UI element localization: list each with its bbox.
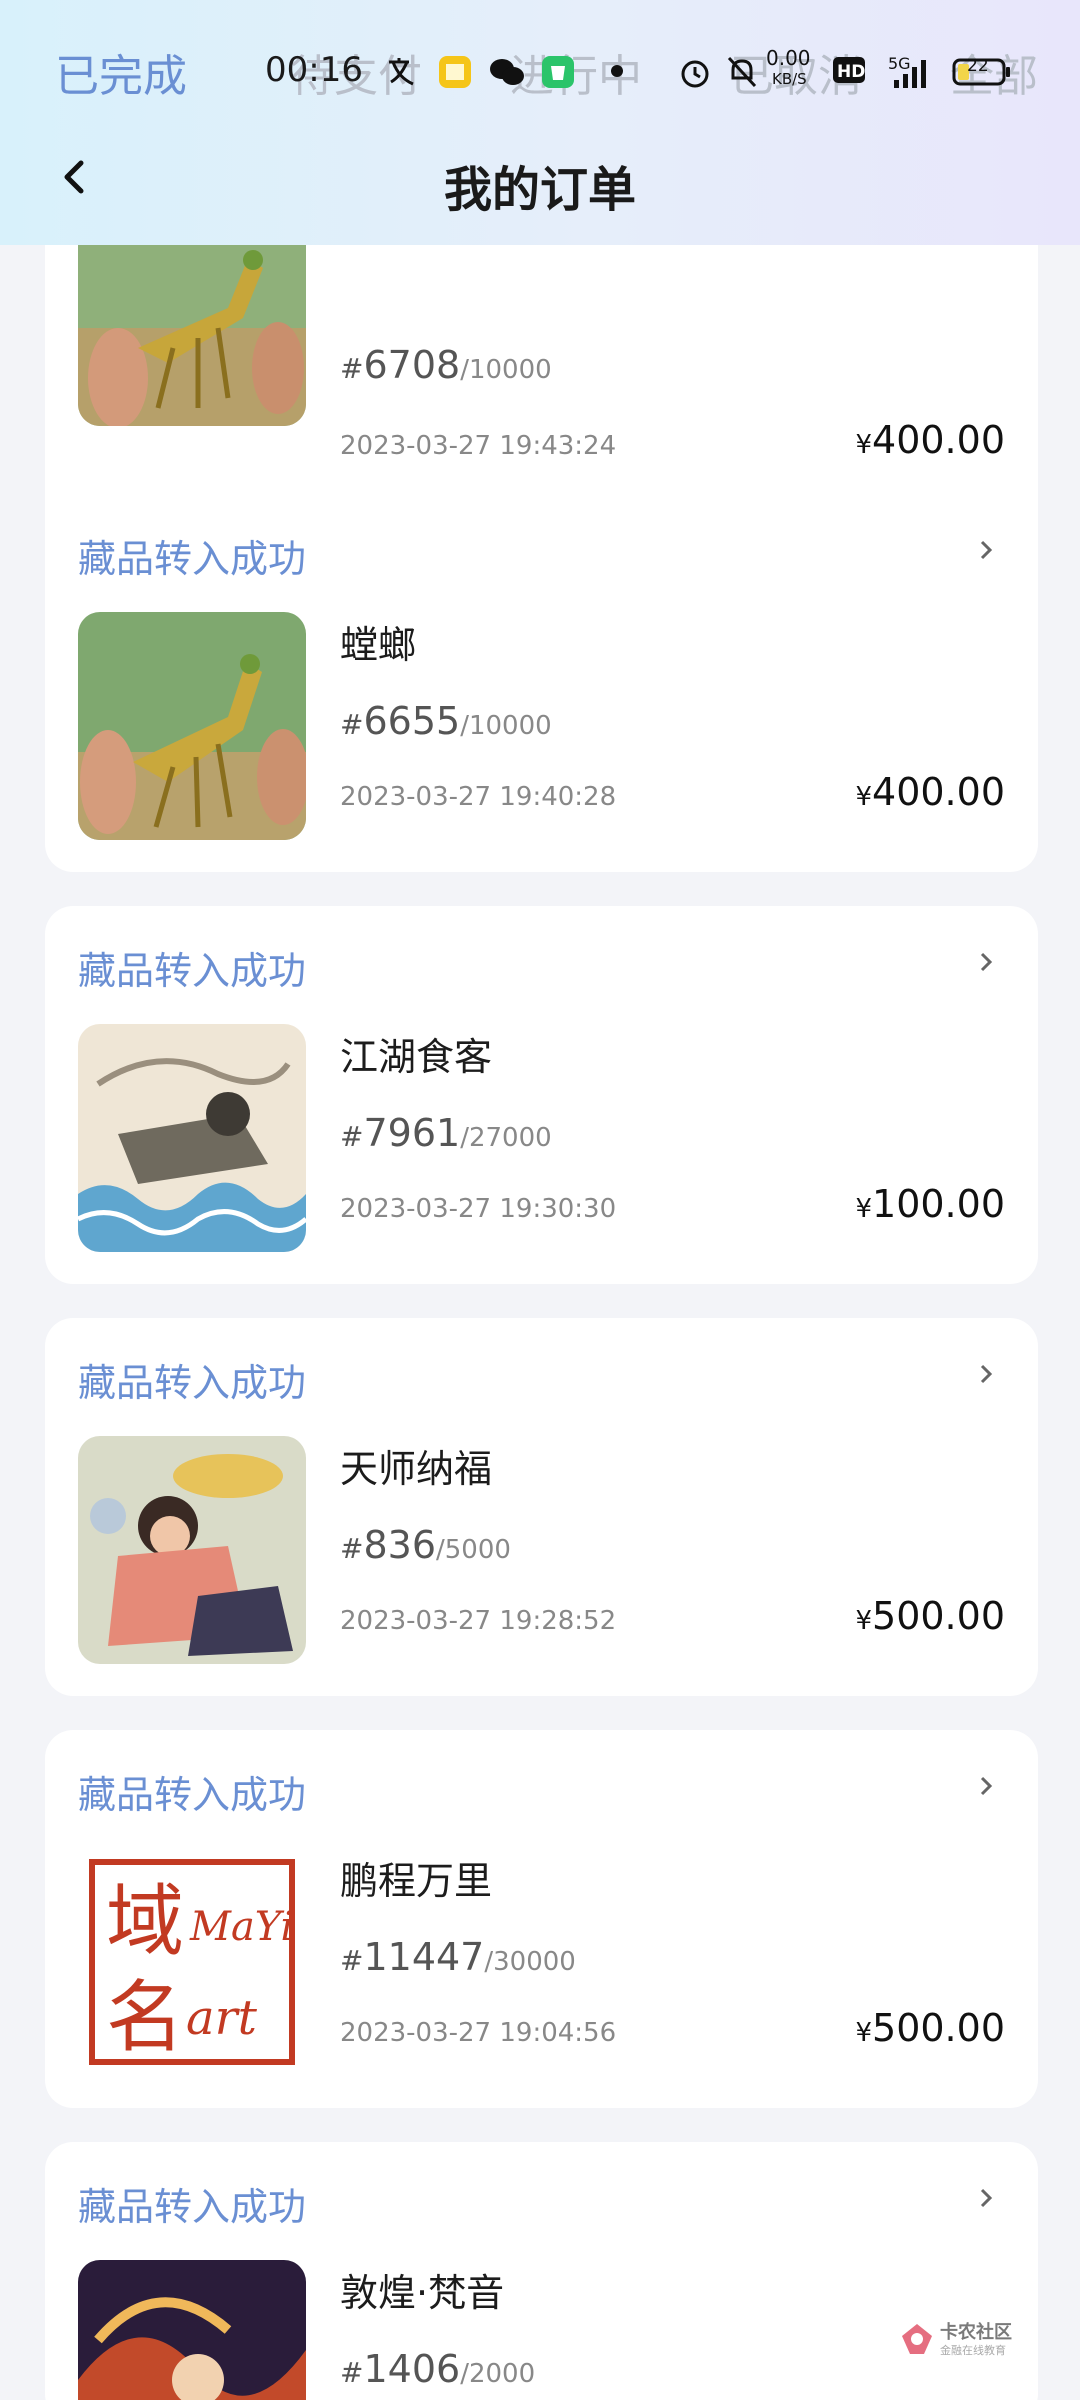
order-date: 2023-03-27 19:28:52 — [340, 1606, 617, 1636]
order-serial: #6708/10000 — [340, 343, 552, 387]
chevron-right-icon[interactable] — [974, 2186, 998, 2210]
seal-glyph: MaYi — [189, 1904, 293, 1950]
order-price: ¥100.00 — [855, 1182, 1005, 1226]
net-unit: KB/S — [772, 70, 807, 88]
order-card[interactable]: 藏品转入成功 敦煌·梵音 #1406/2000 — [45, 2142, 1038, 2400]
order-status: 藏品转入成功 — [78, 2185, 307, 2229]
order-card[interactable]: 藏品转入成功 江湖食客 #7961/27000 2023-03-27 19:30… — [45, 906, 1038, 1284]
order-card[interactable]: 藏品转入成功 域 MaYi 名 art 鹏程万里 #11447/30000 20… — [45, 1730, 1038, 2108]
thumbnail-dunhuang — [78, 2260, 306, 2400]
order-card[interactable]: 藏品转入成功 螳螂 #6655/10000 2023-03-27 19:40:2… — [45, 494, 1038, 872]
order-date: 2023-03-27 19:40:28 — [340, 782, 617, 812]
watermark-icon — [902, 2324, 932, 2354]
net-speed: 0.00 — [766, 46, 811, 70]
order-item-name: 敦煌·梵音 — [340, 2271, 505, 2315]
notes-app-icon — [439, 56, 471, 88]
order-price: ¥400.00 — [855, 418, 1005, 462]
svg-text:HD: HD — [837, 62, 865, 82]
seal-glyph: 名 — [106, 1973, 184, 2063]
top-header: 已完成 待支付 进行中 已取消 全部 00:16 0.00 KB/S HD 5G… — [0, 0, 1080, 245]
thumbnail-mayi-art-seal: 域 MaYi 名 art — [78, 1848, 306, 2076]
hd-icon: HD — [833, 57, 865, 83]
order-price: ¥500.00 — [855, 1594, 1005, 1638]
thumbnail-mantis — [78, 612, 306, 840]
chevron-right-icon[interactable] — [974, 538, 998, 562]
status-bar: 00:16 0.00 KB/S HD 5G 22 — [0, 40, 1080, 100]
chevron-right-icon[interactable] — [974, 950, 998, 974]
watermark-logo: 卡农社区 金融在线教育 — [900, 2318, 1030, 2368]
dot-icon — [611, 65, 623, 77]
seal-glyph: 域 — [106, 1877, 184, 1967]
chevron-right-icon[interactable] — [974, 1774, 998, 1798]
order-item-name: 鹏程万里 — [340, 1859, 493, 1903]
translate-icon — [389, 58, 414, 86]
wechat-icon — [490, 59, 524, 85]
mute-icon — [727, 56, 757, 88]
order-card[interactable]: 藏品转入成功 天师纳福 #836/5000 2023-03-27 19:28:5… — [45, 1318, 1038, 1696]
order-item-name: 天师纳福 — [340, 1447, 493, 1491]
order-date: 2023-03-27 19:30:30 — [340, 1194, 617, 1224]
thumbnail-celestial-master — [78, 1436, 306, 1664]
seal-glyph: art — [186, 1990, 258, 2046]
order-item-name: 江湖食客 — [340, 1035, 493, 1079]
order-status: 藏品转入成功 — [78, 1773, 307, 1817]
order-price: ¥400.00 — [855, 770, 1005, 814]
battery-level: 22 — [967, 56, 989, 76]
order-serial: #1406/2000 — [340, 2347, 536, 2391]
order-serial: #11447/30000 — [340, 1935, 576, 1979]
order-date: 2023-03-27 19:04:56 — [340, 2018, 617, 2048]
watermark-title: 卡农社区 — [940, 2322, 1012, 2343]
order-serial: #6655/10000 — [340, 699, 552, 743]
status-time: 00:16 — [265, 50, 363, 90]
page-title: 我的订单 — [443, 162, 636, 218]
alarm-icon — [681, 60, 709, 88]
order-status: 藏品转入成功 — [78, 1361, 307, 1405]
watermark-subtitle: 金融在线教育 — [940, 2344, 1006, 2357]
signal-icon — [894, 60, 926, 88]
order-serial: #7961/27000 — [340, 1111, 552, 1155]
order-status: 藏品转入成功 — [78, 949, 307, 993]
order-serial: #836/5000 — [340, 1523, 511, 1567]
thumbnail-waves-painting — [78, 1024, 306, 1252]
store-app-icon — [542, 56, 574, 88]
order-date: 2023-03-27 19:43:24 — [340, 431, 617, 461]
order-status: 藏品转入成功 — [78, 537, 307, 581]
chevron-right-icon[interactable] — [974, 1362, 998, 1386]
order-price: ¥500.00 — [855, 2006, 1005, 2050]
order-item-name: 螳螂 — [340, 623, 417, 667]
nav-bar: 我的订单 — [0, 145, 1080, 218]
